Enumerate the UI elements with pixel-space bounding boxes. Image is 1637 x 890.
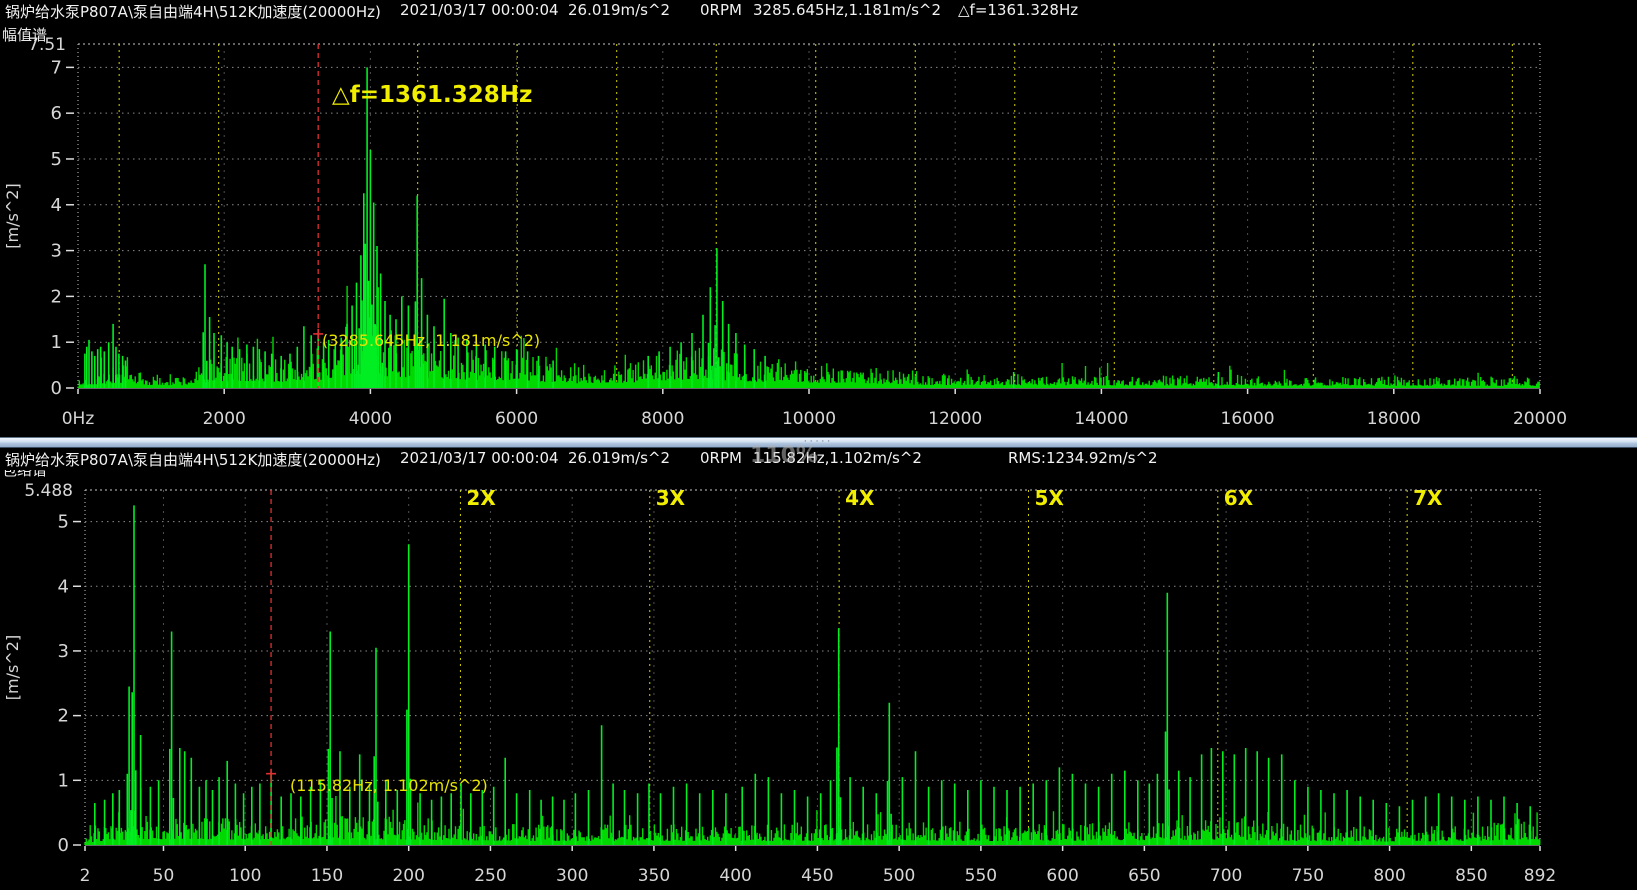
x-tick-label: 550 bbox=[965, 866, 997, 886]
x-tick-label: 0Hz bbox=[62, 409, 95, 429]
x-tick-label: 800 bbox=[1373, 866, 1405, 886]
x-tick-label: 2 bbox=[80, 866, 91, 886]
overall-value: 26.019m/s^2 bbox=[568, 1, 670, 19]
amplitude-spectrum-header: 锅炉给水泵P807A\泵自由端4H\512K加速度(20000Hz) 2021/… bbox=[0, 0, 1637, 22]
y-axis-max-label: 5.488 bbox=[24, 481, 73, 501]
x-tick-label: 100 bbox=[229, 866, 261, 886]
y-tick-label: 3 bbox=[51, 241, 62, 262]
x-tick-label: 200 bbox=[392, 866, 424, 886]
envelope-spectrum-header: 锅炉给水泵P807A\泵自由端4H\512K加速度(20000Hz) 2021/… bbox=[0, 448, 1637, 470]
x-tick-label: 4000 bbox=[349, 409, 392, 429]
x-tick-label: 16000 bbox=[1221, 409, 1275, 429]
x-tick-label: 18000 bbox=[1367, 409, 1421, 429]
y-tick-label: 0 bbox=[51, 378, 62, 399]
y-tick-label: 5 bbox=[51, 149, 62, 170]
x-tick-label: 650 bbox=[1128, 866, 1160, 886]
x-tick-label: 750 bbox=[1292, 866, 1324, 886]
x-tick-label: 600 bbox=[1046, 866, 1078, 886]
harmonic-label-7X: 7X bbox=[1413, 486, 1443, 510]
harmonic-label-6X: 6X bbox=[1224, 486, 1254, 510]
measurement-point-title: 锅炉给水泵P807A\泵自由端4H\512K加速度(20000Hz) bbox=[5, 449, 381, 470]
pane-splitter[interactable]: ····· bbox=[0, 437, 1637, 448]
y-tick-label: 3 bbox=[58, 641, 69, 662]
y-tick-label: 2 bbox=[51, 286, 62, 307]
y-tick-label: 7 bbox=[51, 57, 62, 78]
y-tick-label: 6 bbox=[51, 103, 62, 124]
cursor-annotation-label: (3285.645Hz, 1.181m/s^2) bbox=[322, 331, 540, 350]
x-tick-label: 50 bbox=[153, 866, 175, 886]
rms-readout: RMS:1234.92m/s^2 bbox=[1008, 449, 1158, 467]
x-tick-label: 14000 bbox=[1074, 409, 1128, 429]
spectrum-plot-area[interactable] bbox=[78, 44, 1540, 388]
y-tick-label: 1 bbox=[58, 770, 69, 791]
spectrum-type-label-amplitude: 幅值谱 bbox=[2, 24, 47, 45]
y-axis-unit-label: [m/s^2] bbox=[3, 183, 22, 248]
y-tick-label: 5 bbox=[58, 512, 69, 533]
x-tick-label: 150 bbox=[311, 866, 343, 886]
amplitude-spectrum-chart[interactable]: 765432107.510Hz2000400060008000100001200… bbox=[0, 22, 1637, 437]
rpm-value: 0RPM bbox=[700, 1, 742, 19]
overall-value: 26.019m/s^2 bbox=[568, 449, 670, 467]
x-tick-label: 2000 bbox=[203, 409, 246, 429]
x-tick-label: 892 bbox=[1524, 866, 1556, 886]
x-tick-label: 6000 bbox=[495, 409, 538, 429]
harmonic-label-5X: 5X bbox=[1034, 486, 1064, 510]
cursor-readout: 3285.645Hz,1.181m/s^2 bbox=[753, 1, 941, 19]
y-tick-label: 1 bbox=[51, 332, 62, 353]
y-axis-unit-label: [m/s^2] bbox=[3, 635, 22, 700]
x-tick-label: 350 bbox=[638, 866, 670, 886]
delta-f-label: △f=1361.328Hz bbox=[332, 82, 532, 108]
x-tick-label: 20000 bbox=[1513, 409, 1567, 429]
timestamp: 2021/03/17 00:00:04 bbox=[400, 1, 559, 19]
x-tick-label: 250 bbox=[474, 866, 506, 886]
timestamp: 2021/03/17 00:00:04 bbox=[400, 449, 559, 467]
envelope-spectrum-chart[interactable]: 2X3X4X5X6X7X5432105.48825010015020025030… bbox=[0, 470, 1637, 890]
x-tick-label: 8000 bbox=[641, 409, 684, 429]
delta-f-readout: △f=1361.328Hz bbox=[958, 1, 1078, 19]
x-tick-label: 400 bbox=[719, 866, 751, 886]
zoom-level-osd: 110% bbox=[750, 443, 818, 468]
y-tick-label: 0 bbox=[58, 835, 69, 856]
y-tick-label: 4 bbox=[58, 576, 69, 597]
y-tick-label: 2 bbox=[58, 706, 69, 727]
rpm-value: 0RPM bbox=[700, 449, 742, 467]
y-tick-label: 4 bbox=[51, 195, 62, 216]
x-tick-label: 300 bbox=[556, 866, 588, 886]
x-tick-label: 500 bbox=[883, 866, 915, 886]
measurement-point-title: 锅炉给水泵P807A\泵自由端4H\512K加速度(20000Hz) bbox=[5, 1, 381, 22]
splitter-grip-dots[interactable]: ····· bbox=[0, 438, 1637, 446]
cursor-annotation-label: (115.82Hz, 1.102m/s^2) bbox=[290, 776, 488, 795]
x-tick-label: 10000 bbox=[782, 409, 836, 429]
x-tick-label: 12000 bbox=[928, 409, 982, 429]
x-tick-label: 450 bbox=[801, 866, 833, 886]
x-tick-label: 850 bbox=[1455, 866, 1487, 886]
x-tick-label: 700 bbox=[1210, 866, 1242, 886]
